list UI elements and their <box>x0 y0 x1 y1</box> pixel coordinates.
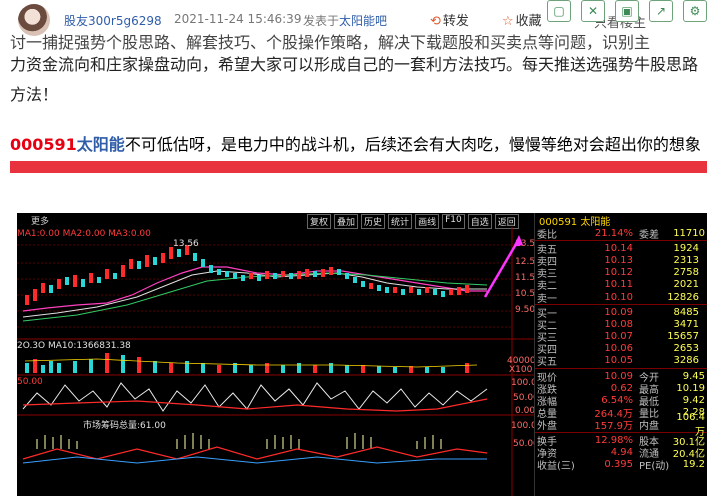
order-volume: 2021 <box>673 279 699 291</box>
stat-label: 外盘 <box>537 421 557 433</box>
article-line-2: 力资金流向和庄家操盘动向，希望大家可以形成自己的一套利方法技巧。每天推送选强势牛… <box>10 55 699 74</box>
order-volume: 8485 <box>673 306 699 318</box>
stat-value: 12.98% <box>594 434 633 446</box>
stat-label: 内盘 <box>639 421 659 433</box>
stat-value: 20.4亿 <box>672 448 705 460</box>
vol-tick-1: X100 <box>509 365 533 375</box>
username-link[interactable]: 股友300r5g6298 <box>64 12 162 29</box>
share-icon: ⟲ <box>430 14 441 29</box>
fullscreen-icon[interactable]: ✕ <box>581 0 605 22</box>
quote-label: 委差 <box>639 229 659 241</box>
buy-orders: 买一 10.09 8485 买二 10.08 3471 买三 10.07 15657 买四 10.0… <box>535 306 707 369</box>
stat-value: 4.94 <box>610 446 633 458</box>
stat-value: 0.62 <box>610 382 633 394</box>
order-price: 10.08 <box>604 318 633 330</box>
order-label: 卖一 <box>537 293 557 305</box>
favorite-label: 收藏 <box>515 14 542 29</box>
stat-value: 19.2 <box>682 458 705 470</box>
order-volume: 12826 <box>667 291 699 303</box>
kline-chart <box>17 227 534 496</box>
order-volume: 2758 <box>673 267 699 279</box>
favorite-button[interactable]: ☆ 收藏 <box>502 10 542 29</box>
quote-stats: 现价 10.09 今开 9.45 涨跌 0.62 最高 10.19 涨幅 6.54% 最低 9.42 总… <box>535 370 707 438</box>
stat-label: PE(动) <box>639 460 670 472</box>
quote-stats-2: 换手 12.98% 股本 30.1亿 净资 4.94 流通 20.4亿 收益(三) 0.395 PE… <box>535 434 707 472</box>
order-price: 10.06 <box>604 343 633 355</box>
board-link[interactable]: 太阳能吧 <box>339 14 387 28</box>
red-divider <box>10 161 707 173</box>
post-board-info: 发表于太阳能吧 <box>303 12 387 29</box>
order-volume: 1924 <box>673 242 699 254</box>
floating-toolbar: ▢ ✕ ▣ ↗ ⚙ <box>543 0 707 22</box>
stat-row: 外盘 157.9万 内盘 106.4万 <box>535 412 707 438</box>
quote-name: 太阳能 <box>580 217 611 228</box>
high-marker: 13.56 <box>173 239 199 249</box>
order-volume: 3471 <box>673 318 699 330</box>
copy-icon[interactable]: ▢ <box>547 0 571 22</box>
window-icon[interactable]: ▣ <box>615 0 639 22</box>
quote-value: 21.14% <box>594 227 633 239</box>
order-price: 10.13 <box>604 254 633 266</box>
order-price: 10.09 <box>604 306 633 318</box>
order-price: 10.07 <box>604 331 633 343</box>
stat-value: 9.42 <box>682 395 705 407</box>
stat-label: 收益(三) <box>537 460 575 472</box>
order-label: 买五 <box>537 357 557 369</box>
chip-bars <box>36 433 442 449</box>
order-price: 10.11 <box>604 279 633 291</box>
order-price: 10.10 <box>604 291 633 303</box>
kline-screenshot: 更多 复权 叠加 历史 统计 画线 F10 自选 返回 MA1:0.00 MA2… <box>17 213 707 496</box>
order-volume: 2653 <box>673 343 699 355</box>
post-body: 讨一捕捉强势个股思路、解套技巧、个股操作策略，解决下载题股和买卖点等问题，识别主… <box>10 33 710 110</box>
stat-value: 157.9万 <box>594 421 633 433</box>
arrow-annotation <box>483 235 523 298</box>
post-time: 2021-11-24 15:46:39 <box>174 12 302 26</box>
stock-mention: 000591太阳能不可低估呀，是电力中的战斗机，后续还会有大肉吃，慢慢等绝对会超… <box>10 130 701 160</box>
stock-code[interactable]: 000591 <box>10 135 77 154</box>
star-icon: ☆ <box>502 14 514 29</box>
stock-comment: 不可低估呀，是电力中的战斗机，后续还会有大肉吃，慢慢等绝对会超出你的想象 <box>124 135 701 154</box>
order-volume: 3286 <box>673 355 699 367</box>
stat-value: 10.19 <box>676 382 705 394</box>
price-tick-4: 9.50 <box>515 305 536 315</box>
osc-tick-2: 0.00 <box>515 406 536 416</box>
ma-legend: MA1:0.00 MA2:0.00 MA3:0.00 <box>17 229 151 239</box>
order-volume: 2313 <box>673 254 699 266</box>
volume-bars <box>25 353 469 373</box>
chip-legend: 市场筹码总量:61.00 <box>83 421 166 431</box>
osc-line-white <box>22 382 488 412</box>
order-price: 10.14 <box>604 242 633 254</box>
post-prefix: 发表于 <box>303 14 340 28</box>
quote-weibi-row: 委比 21.14% 委差 11710 <box>535 227 707 241</box>
article-line-3: 方法！ <box>10 85 59 104</box>
gear-icon[interactable]: ⚙ <box>683 0 707 22</box>
stat-value: 10.09 <box>604 370 633 382</box>
share-label: 转发 <box>442 14 469 29</box>
quote-label: 委比 <box>537 229 557 241</box>
stat-value: 0.395 <box>604 458 633 470</box>
osc-legend: 50.00 <box>17 377 43 387</box>
order-price: 10.05 <box>604 355 633 367</box>
stock-name-link[interactable]: 太阳能 <box>77 135 125 154</box>
volume-legend: 2O.3O MA10:1366831.38 <box>17 341 131 351</box>
export-icon[interactable]: ↗ <box>649 0 673 22</box>
order-row: 买五 10.05 3286 <box>535 355 707 369</box>
sell-orders: 卖五 10.14 1924 卖四 10.13 2313 卖三 10.12 2758 卖二 10.11… <box>535 242 707 305</box>
order-price: 10.12 <box>604 267 633 279</box>
stat-row: 收益(三) 0.395 PE(动) 19.2 <box>535 458 707 472</box>
stat-value: 9.45 <box>682 370 705 382</box>
article-line-cut: 讨一捕捉强势个股思路、解套技巧、个股操作策略，解决下载题股和买卖点等问题，识别主 <box>10 33 651 50</box>
share-button[interactable]: ⟲ 转发 <box>430 10 469 29</box>
order-volume: 15657 <box>667 331 699 343</box>
candles <box>25 245 469 305</box>
quote-value: 11710 <box>673 227 705 239</box>
order-row: 卖一 10.10 12826 <box>535 291 707 305</box>
quote-panel: 000591 太阳能 委比 21.14% 委差 11710 卖五 10.14 192… <box>534 213 707 496</box>
